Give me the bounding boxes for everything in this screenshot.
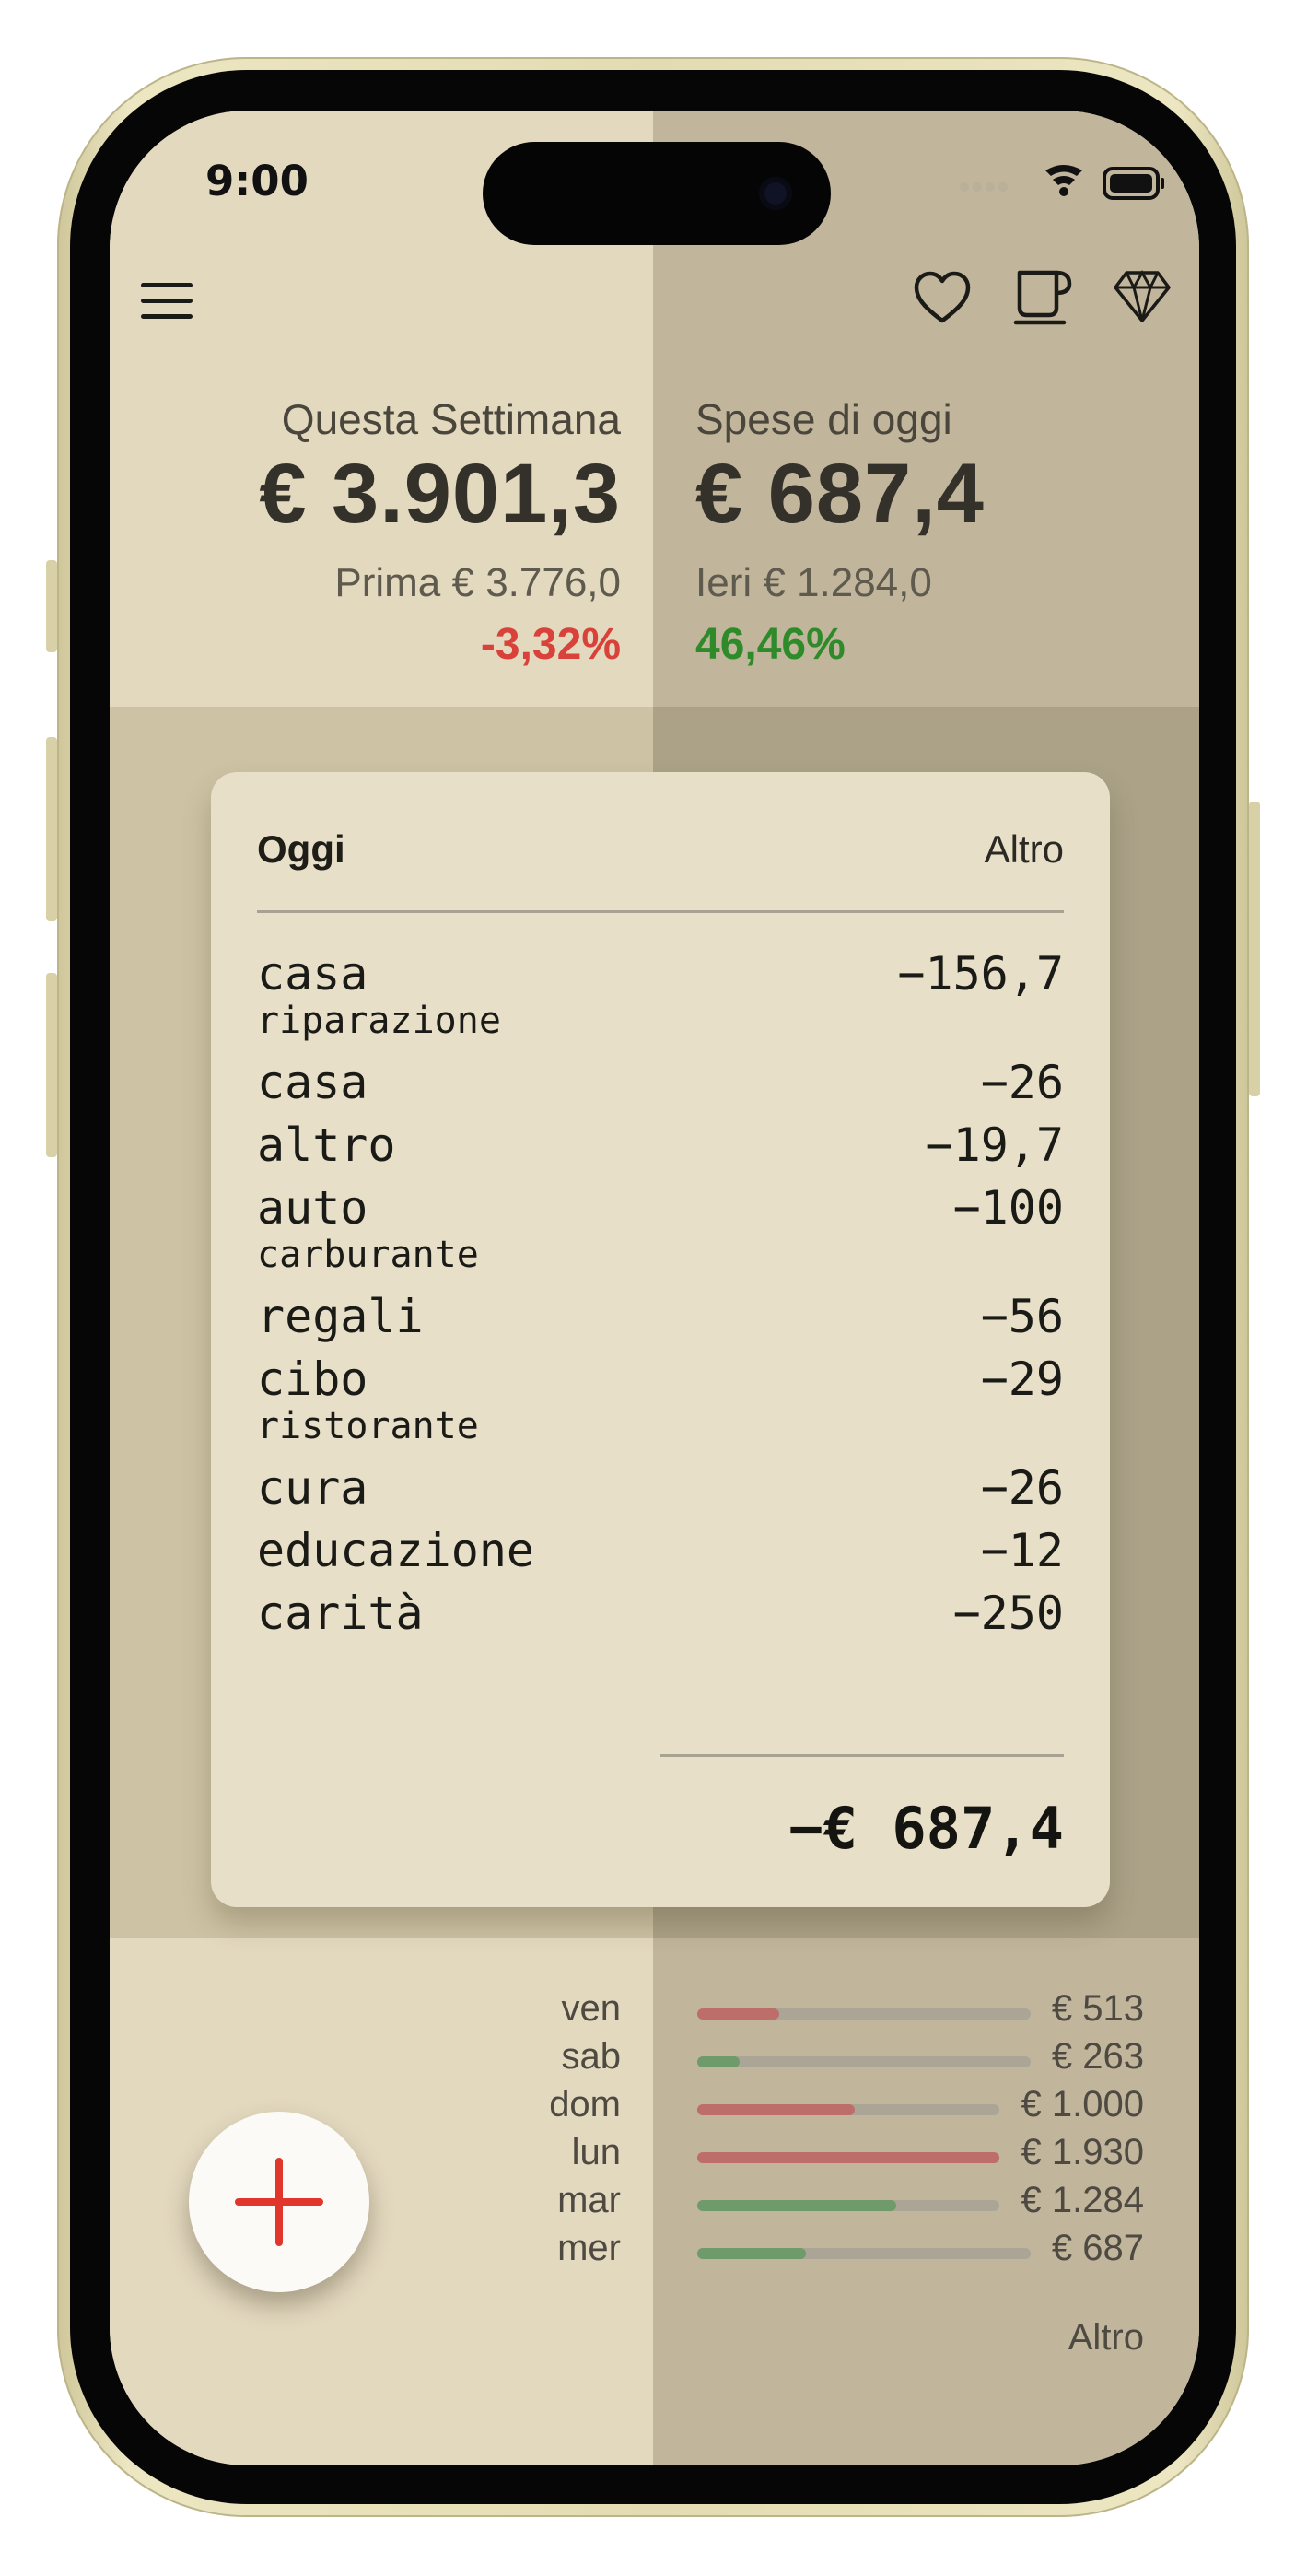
- weekly-bar-fill: [697, 2248, 806, 2259]
- today-expenses-card: Oggi Altro casa −156,7 riparazione casa …: [211, 772, 1110, 1907]
- expense-category: educazione: [257, 1524, 535, 1577]
- today-previous: Ieri € 1.284,0: [695, 560, 932, 605]
- weekly-bar-fill: [697, 2008, 779, 2020]
- expense-category: cibo: [257, 1352, 368, 1406]
- weekly-bar-track: [697, 2248, 1031, 2259]
- expense-amount: −100: [952, 1181, 1064, 1235]
- expense-row[interactable]: altro −19,7: [257, 1109, 1064, 1172]
- weekly-bar-fill: [697, 2056, 740, 2067]
- weekly-day-label: lun: [571, 2132, 621, 2172]
- expense-category: carità: [257, 1587, 424, 1640]
- volume-up-button: [46, 737, 57, 921]
- expense-amount: −26: [980, 1461, 1064, 1515]
- weekly-bar-track: [697, 2056, 1031, 2067]
- heart-icon[interactable]: [913, 269, 972, 328]
- battery-icon: [1103, 167, 1164, 200]
- expense-row[interactable]: educazione −12: [257, 1515, 1064, 1577]
- expense-category: auto: [257, 1181, 368, 1235]
- front-camera: [759, 177, 792, 210]
- action-button: [46, 560, 57, 652]
- power-button: [1249, 802, 1260, 1096]
- weekly-day-label: dom: [549, 2084, 621, 2125]
- weekly-day-amount: € 1.284: [1021, 2180, 1144, 2220]
- today-label: Spese di oggi: [695, 395, 952, 443]
- expense-row[interactable]: cura −26: [257, 1452, 1064, 1515]
- weekly-day-amount: € 1.000: [1021, 2084, 1144, 2125]
- expense-category: casa: [257, 1056, 368, 1109]
- status-time: 9:00: [205, 157, 309, 205]
- week-previous: Prima € 3.776,0: [334, 560, 621, 605]
- coffee-cup-icon[interactable]: [1012, 267, 1073, 326]
- expense-category: cura: [257, 1461, 368, 1515]
- app-screen: 9:00 Questa Settimana € 3.901,3 Prima € …: [110, 111, 1199, 2465]
- expense-subcategory: riparazione: [257, 1000, 501, 1042]
- status-icons: [960, 165, 1164, 200]
- weekly-day-amount: € 687: [1051, 2228, 1144, 2268]
- weekly-bar-fill: [697, 2152, 999, 2163]
- expense-row[interactable]: casa −156,7 riparazione: [257, 938, 1064, 1047]
- weekly-day-label: mer: [557, 2228, 621, 2268]
- weekly-day-amount: € 513: [1051, 1988, 1144, 2029]
- expense-amount: −250: [952, 1587, 1064, 1640]
- weekly-bar-fill: [697, 2200, 896, 2211]
- week-total: € 3.901,3: [259, 447, 621, 541]
- card-divider: [257, 910, 1064, 913]
- expense-amount: −26: [980, 1056, 1064, 1109]
- weekly-bar-track: [697, 2008, 1031, 2020]
- weekly-bar-track: [697, 2200, 999, 2211]
- expense-amount: −19,7: [925, 1118, 1064, 1172]
- total-divider: [660, 1754, 1064, 1757]
- card-more-link[interactable]: Altro: [985, 827, 1064, 872]
- diamond-icon[interactable]: [1112, 269, 1173, 324]
- weekly-day-label: sab: [561, 2036, 622, 2077]
- expense-row[interactable]: casa −26: [257, 1047, 1064, 1109]
- weekly-bar-track: [697, 2104, 999, 2115]
- today-change: 46,46%: [695, 620, 846, 669]
- expense-row[interactable]: cibo −29 ristorante: [257, 1343, 1064, 1452]
- add-expense-button[interactable]: [189, 2112, 369, 2292]
- hamburger-menu-icon[interactable]: [139, 279, 194, 323]
- expense-amount: −12: [980, 1524, 1064, 1577]
- expense-row[interactable]: auto −100 carburante: [257, 1172, 1064, 1281]
- wifi-icon: [1045, 165, 1082, 196]
- weekly-bar-track: [697, 2152, 999, 2163]
- expense-subcategory: ristorante: [257, 1405, 479, 1447]
- expense-amount: −56: [980, 1290, 1064, 1343]
- expense-amount: −156,7: [897, 947, 1064, 1001]
- week-label: Questa Settimana: [281, 395, 621, 443]
- volume-down-button: [46, 973, 57, 1157]
- expense-row[interactable]: regali −56: [257, 1281, 1064, 1343]
- weekly-more-link[interactable]: Altro: [1068, 2317, 1144, 2359]
- expense-category: regali: [257, 1290, 424, 1343]
- expense-row[interactable]: carità −250: [257, 1577, 1064, 1640]
- weekly-bar-fill: [697, 2104, 855, 2115]
- expense-amount: −29: [980, 1352, 1064, 1406]
- weekly-day-amount: € 1.930: [1021, 2132, 1144, 2172]
- expense-subcategory: carburante: [257, 1234, 479, 1276]
- today-total: € 687,4: [695, 447, 985, 541]
- weekly-day-label: ven: [561, 1988, 622, 2029]
- expense-list[interactable]: casa −156,7 riparazione casa −26 altro −…: [257, 938, 1064, 1693]
- week-change: -3,32%: [480, 620, 621, 669]
- card-title: Oggi: [257, 827, 345, 871]
- weekly-day-amount: € 263: [1051, 2036, 1144, 2077]
- signal-dots-icon: [960, 182, 1008, 192]
- card-total: −€ 687,4: [788, 1795, 1064, 1862]
